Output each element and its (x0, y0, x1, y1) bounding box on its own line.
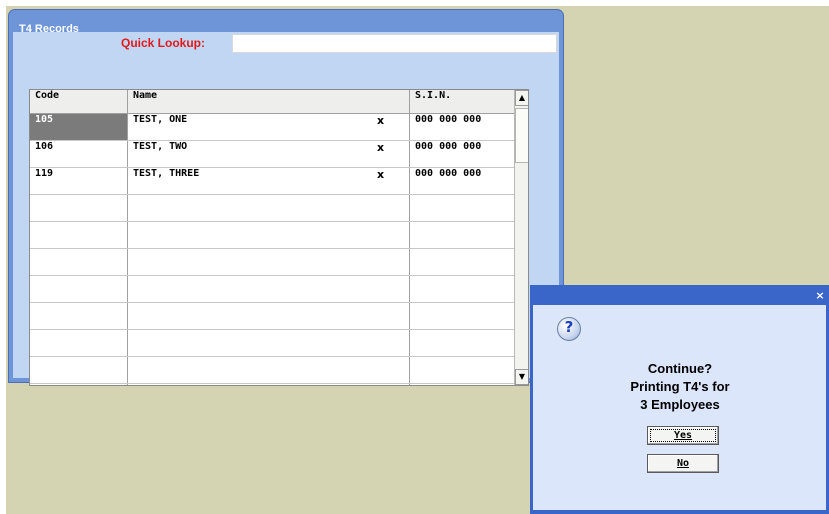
cell-code[interactable]: 119 (30, 168, 127, 194)
table-row[interactable] (30, 303, 514, 330)
table-row[interactable] (30, 276, 514, 303)
table-row[interactable] (30, 249, 514, 276)
column-header-name[interactable]: Name (128, 90, 410, 113)
question-icon: ? (557, 317, 581, 341)
quick-lookup-input[interactable] (232, 34, 557, 53)
close-icon[interactable]: × (815, 290, 825, 301)
window-body: Quick Lookup: Code Name S.I.N. 105 TEST, … (13, 32, 559, 386)
cell-code[interactable]: 106 (30, 141, 127, 167)
dialog-message-line2: Printing T4's for (630, 379, 730, 394)
dialog-body: ? Continue? Printing T4's for 3 Employee… (533, 305, 826, 510)
column-header-code[interactable]: Code (30, 90, 128, 113)
cell-sin[interactable]: 000 000 000 (410, 168, 514, 194)
cell-flag[interactable]: x (377, 141, 384, 167)
dialog-message-line1: Continue? (647, 361, 713, 376)
table-row[interactable] (30, 357, 514, 384)
cell-code[interactable]: 105 (30, 114, 127, 140)
quick-lookup-label: Quick Lookup: (121, 36, 205, 50)
vertical-scrollbar[interactable]: ▲ ▼ (514, 90, 528, 385)
cell-name[interactable]: TEST, THREE (128, 168, 368, 194)
table-row[interactable]: 119 TEST, THREE x 000 000 000 (30, 168, 514, 195)
arrow-down-icon[interactable]: ▼ (515, 369, 528, 385)
table-row[interactable] (30, 330, 514, 357)
yes-button-label: Yes (673, 430, 693, 441)
cell-flag[interactable]: x (377, 168, 384, 194)
confirm-dialog: × ? Continue? Printing T4's for 3 Employ… (530, 285, 829, 514)
cell-sin[interactable]: 000 000 000 (410, 141, 514, 167)
table-row[interactable] (30, 195, 514, 222)
cell-name[interactable]: TEST, ONE (128, 114, 368, 140)
no-button-label: No (676, 458, 690, 469)
dialog-message-line3: 3 Employees (640, 397, 720, 412)
no-button[interactable]: No (647, 454, 719, 473)
table-row[interactable] (30, 222, 514, 249)
table-row[interactable]: 106 TEST, TWO x 000 000 000 (30, 141, 514, 168)
yes-button[interactable]: Yes (647, 426, 719, 445)
column-header-sin[interactable]: S.I.N. (410, 90, 514, 113)
cell-sin[interactable]: 000 000 000 (410, 114, 514, 140)
grid-header: Code Name S.I.N. (30, 90, 514, 114)
table-row[interactable]: 105 TEST, ONE x 000 000 000 (30, 114, 514, 141)
t4-records-window: T4 Records Quick Lookup: Code Name S.I.N… (9, 10, 563, 386)
arrow-up-icon[interactable]: ▲ (515, 90, 528, 106)
cell-flag[interactable]: x (377, 114, 384, 140)
scrollbar-thumb[interactable] (515, 108, 528, 163)
cell-name[interactable]: TEST, TWO (128, 141, 368, 167)
records-grid: Code Name S.I.N. 105 TEST, ONE x 000 000 00… (29, 89, 529, 386)
